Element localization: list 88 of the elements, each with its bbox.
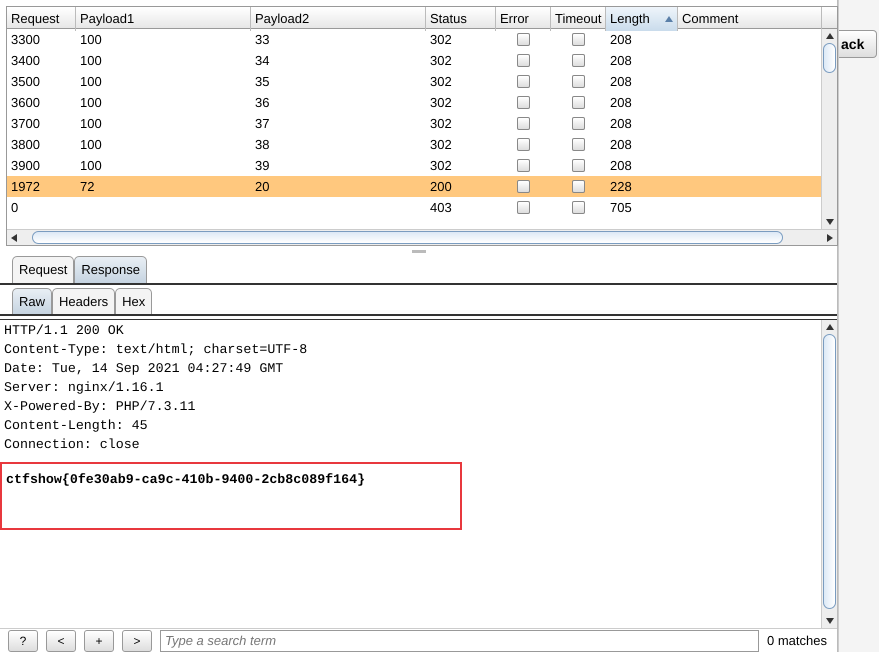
table-cell-text: 100 — [79, 115, 103, 133]
column-header[interactable]: Request — [7, 7, 76, 30]
table-cell-text: 208 — [609, 52, 633, 70]
table-cell-text: 100 — [79, 31, 103, 49]
scrollbar-thumb[interactable] — [823, 43, 836, 73]
column-header[interactable]: Status — [426, 7, 496, 30]
table-cell-text: 3800 — [10, 136, 41, 154]
table-cell-text: 39 — [254, 157, 270, 175]
table-cell-text: 228 — [609, 178, 633, 196]
table-cell-text: 100 — [79, 73, 103, 91]
result-row[interactable]: 3600 100 36 302 208 — [7, 92, 821, 113]
search-nav-button[interactable]: < — [46, 630, 76, 652]
scrollbar-thumb[interactable] — [32, 231, 782, 244]
table-cell-text: 100 — [79, 136, 103, 154]
response-line: Connection: close — [4, 436, 141, 454]
scroll-up-arrow-icon[interactable] — [826, 323, 834, 332]
result-row[interactable]: 3500 100 35 302 208 — [7, 71, 821, 92]
response-line: Date: Tue, 14 Sep 2021 04:27:49 GMT — [4, 360, 284, 378]
match-count: 0 matches — [767, 632, 828, 650]
splitter-grip[interactable] — [412, 250, 426, 252]
result-row[interactable]: 3800 100 38 302 208 — [7, 134, 821, 155]
table-cell-text: 100 — [79, 52, 103, 70]
response-line: Content-Type: text/html; charset=UTF-8 — [4, 341, 308, 360]
scroll-down-arrow-icon[interactable] — [826, 218, 834, 226]
table-cell-text: 34 — [254, 52, 270, 70]
table-cell-text: 38 — [254, 136, 270, 154]
table-cell-text: 35 — [254, 73, 270, 91]
table-cell-text: 100 — [79, 157, 103, 175]
tab[interactable]: Request — [12, 256, 74, 282]
table-cell-text: 36 — [254, 94, 270, 112]
column-header[interactable]: Payload1 — [76, 7, 251, 30]
table-cell-text: 3400 — [10, 52, 41, 70]
scroll-right-arrow-icon[interactable] — [826, 234, 834, 242]
search-nav-button[interactable]: + — [84, 630, 114, 652]
table-cell-text: 1972 — [10, 178, 41, 196]
response-line: HTTP/1.1 200 OK — [4, 322, 125, 340]
column-header[interactable]: Payload2 — [251, 7, 426, 30]
table-cell-text: 302 — [429, 94, 453, 112]
table-cell-text: 37 — [254, 115, 270, 133]
scroll-left-arrow-icon[interactable] — [10, 234, 18, 242]
tab[interactable]: Hex — [115, 288, 152, 314]
table-cell-text: 302 — [429, 73, 453, 91]
tab[interactable]: Headers — [52, 288, 116, 314]
table-cell-text: 403 — [429, 199, 453, 217]
result-row[interactable]: 3700 100 37 302 208 — [7, 113, 821, 134]
result-row[interactable]: 3900 100 39 302 208 — [7, 155, 821, 176]
scroll-down-arrow-icon[interactable] — [826, 617, 834, 625]
table-cell-text: 302 — [429, 31, 453, 49]
scrollbar-thumb[interactable] — [823, 334, 836, 610]
search-nav-button[interactable]: ? — [8, 630, 38, 652]
table-cell-text: 3600 — [10, 94, 41, 112]
result-row[interactable]: 0 403 705 — [7, 197, 821, 218]
tab[interactable]: Raw — [12, 288, 52, 314]
table-cell-text: 208 — [609, 31, 633, 49]
side-button[interactable]: ack — [839, 30, 877, 58]
table-cell-text: 208 — [609, 73, 633, 91]
table-cell-text: 100 — [79, 94, 103, 112]
table-cell-text: 3900 — [10, 157, 41, 175]
search-nav-button[interactable]: > — [122, 630, 152, 652]
table-cell-text: 3700 — [10, 115, 41, 133]
table-cell-text: 72 — [79, 178, 96, 196]
response-line: X-Powered-By: PHP/7.3.11 — [4, 398, 197, 416]
column-header[interactable]: Length — [606, 7, 678, 30]
table-cell-text: 302 — [429, 115, 453, 133]
table-cell-text: 208 — [609, 115, 633, 133]
response-line: Content-Length: 45 — [4, 417, 149, 436]
result-row[interactable]: 1972 72 20 200 228 — [7, 176, 821, 197]
result-row[interactable]: 3400 100 34 302 208 — [7, 50, 821, 71]
table-cell-text: 3500 — [10, 73, 41, 91]
table-cell-text: 302 — [429, 52, 453, 70]
table-cell-text: 302 — [429, 136, 453, 154]
table-cell-text: 302 — [429, 157, 453, 175]
scroll-up-arrow-icon[interactable] — [826, 32, 834, 40]
table-cell-text: 0 — [10, 199, 20, 217]
table-cell-text: 3300 — [10, 31, 41, 49]
tab[interactable]: Response — [74, 256, 147, 282]
table-cell-text: 208 — [609, 136, 633, 154]
highlighted-response-body: ctfshow{0fe30ab9-ca9c-410b-9400-2cb8c089f164} — [0, 462, 462, 530]
table-cell-text: 208 — [609, 157, 633, 175]
search-field[interactable]: Type a search term — [160, 630, 760, 652]
table-cell-text: 20 — [254, 178, 270, 196]
column-header[interactable]: Error — [496, 7, 551, 30]
table-cell-text: 705 — [609, 199, 633, 217]
table-cell-text: 208 — [609, 94, 633, 112]
response-line: Server: nginx/1.16.1 — [4, 379, 165, 398]
table-cell-text: 200 — [429, 178, 453, 196]
table-cell-text: 33 — [254, 31, 270, 49]
result-row[interactable]: 3300 100 33 302 208 — [7, 29, 821, 50]
